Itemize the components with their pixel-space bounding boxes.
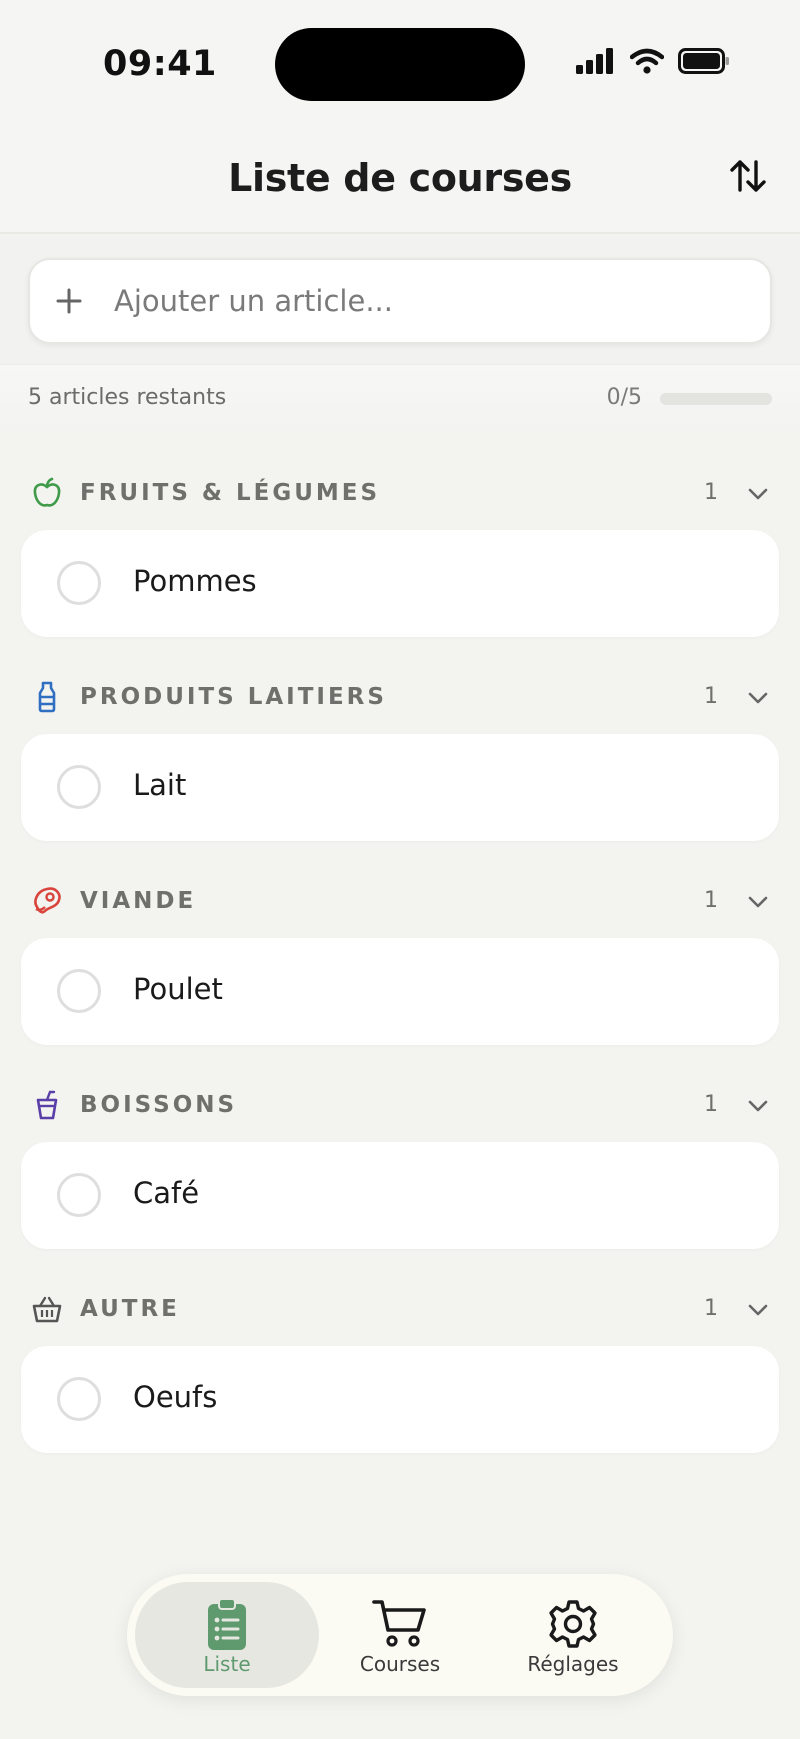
- list-item[interactable]: Oeufs: [21, 1346, 779, 1453]
- battery-icon: [678, 48, 730, 74]
- category-viande: VIANDE 1 Poulet: [0, 868, 800, 1045]
- item-checkbox[interactable]: [57, 765, 101, 809]
- category-title: AUTRE: [80, 1296, 180, 1322]
- meat-icon: [30, 884, 64, 918]
- wifi-icon: [630, 48, 664, 74]
- add-item-area: [0, 236, 800, 364]
- basket-icon: [30, 1292, 64, 1326]
- drink-cup-icon: [30, 1088, 64, 1122]
- chevron-down-icon[interactable]: [744, 684, 772, 712]
- dynamic-island: [275, 28, 525, 101]
- remaining-count: 5 articles restants: [28, 385, 227, 410]
- category-header[interactable]: FRUITS & LÉGUMES 1: [0, 460, 800, 530]
- category-count: 1: [704, 684, 718, 709]
- clipboard-list-icon: [135, 1598, 319, 1650]
- item-checkbox[interactable]: [57, 969, 101, 1013]
- item-label: Lait: [133, 768, 187, 802]
- nav-tab-reglages[interactable]: Réglages: [481, 1582, 665, 1688]
- category-count: 1: [704, 1092, 718, 1117]
- progress-row: 5 articles restants 0/5: [0, 364, 800, 430]
- category-count: 1: [704, 888, 718, 913]
- list-item[interactable]: Café: [21, 1142, 779, 1249]
- category-count: 1: [704, 1296, 718, 1321]
- chevron-down-icon[interactable]: [744, 480, 772, 508]
- category-title: FRUITS & LÉGUMES: [80, 480, 381, 506]
- apple-icon: [30, 476, 64, 510]
- gear-icon: [481, 1598, 665, 1650]
- category-produits-laitiers: PRODUITS LAITIERS 1 Lait: [0, 664, 800, 841]
- chevron-down-icon[interactable]: [744, 1296, 772, 1324]
- cart-icon: [308, 1598, 492, 1648]
- category-header[interactable]: VIANDE 1: [0, 868, 800, 938]
- list-item[interactable]: Pommes: [21, 530, 779, 637]
- bottom-nav: Liste Courses Réglages: [127, 1574, 673, 1696]
- category-title: BOISSONS: [80, 1092, 238, 1118]
- app-header: Liste de courses: [0, 130, 800, 234]
- category-fruits-legumes: FRUITS & LÉGUMES 1 Pommes: [0, 460, 800, 637]
- nav-label: Réglages: [527, 1652, 619, 1676]
- list-item[interactable]: Poulet: [21, 938, 779, 1045]
- nav-tab-courses[interactable]: Courses: [308, 1582, 492, 1688]
- milk-bottle-icon: [30, 680, 64, 714]
- item-checkbox[interactable]: [57, 561, 101, 605]
- progress-bar: [660, 393, 772, 405]
- add-item-field[interactable]: [28, 258, 772, 344]
- chevron-down-icon[interactable]: [744, 888, 772, 916]
- add-item-input[interactable]: [114, 284, 714, 318]
- status-icons: [576, 48, 730, 74]
- category-header[interactable]: PRODUITS LAITIERS 1: [0, 664, 800, 734]
- category-title: PRODUITS LAITIERS: [80, 684, 387, 710]
- item-label: Oeufs: [133, 1380, 218, 1414]
- category-header[interactable]: BOISSONS 1: [0, 1072, 800, 1142]
- status-time: 09:41: [103, 44, 217, 84]
- nav-label: Courses: [359, 1652, 441, 1676]
- category-count: 1: [704, 480, 718, 505]
- chevron-down-icon[interactable]: [744, 1092, 772, 1120]
- item-label: Café: [133, 1176, 200, 1210]
- signal-icon: [576, 48, 616, 74]
- category-header[interactable]: AUTRE 1: [0, 1276, 800, 1346]
- status-bar: 09:41: [0, 0, 800, 130]
- page-title: Liste de courses: [228, 156, 572, 200]
- item-label: Poulet: [133, 972, 223, 1006]
- category-boissons: BOISSONS 1 Café: [0, 1072, 800, 1249]
- category-autre: AUTRE 1 Oeufs: [0, 1276, 800, 1453]
- plus-icon: [56, 288, 100, 314]
- nav-label: Liste: [203, 1652, 251, 1676]
- sort-button[interactable]: [724, 154, 772, 202]
- list-item[interactable]: Lait: [21, 734, 779, 841]
- item-checkbox[interactable]: [57, 1173, 101, 1217]
- category-title: VIANDE: [80, 888, 197, 914]
- nav-tab-liste[interactable]: Liste: [135, 1582, 319, 1688]
- item-label: Pommes: [133, 564, 257, 598]
- item-checkbox[interactable]: [57, 1377, 101, 1421]
- sort-arrows-icon: [729, 157, 767, 199]
- progress-count: 0/5: [606, 385, 642, 410]
